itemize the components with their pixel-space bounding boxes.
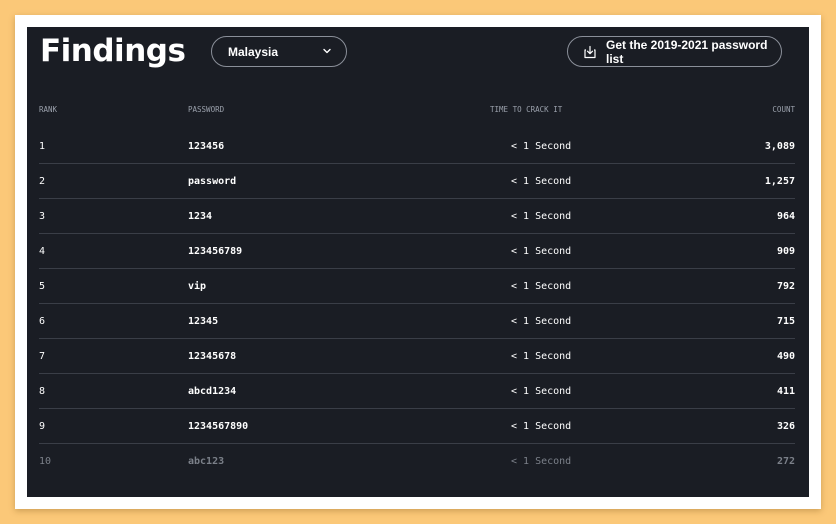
cell-password: 123456789	[188, 246, 243, 257]
cell-password: password	[188, 176, 237, 187]
cell-rank: 10	[39, 456, 52, 467]
cell-password: 1234567890	[188, 421, 249, 432]
cell-count: 909	[776, 246, 795, 257]
cell-rank: 6	[39, 316, 46, 327]
cell-count: 715	[776, 316, 795, 327]
country-select[interactable]: Malaysia	[211, 36, 347, 67]
cell-password: abc123	[188, 456, 225, 467]
download-icon	[583, 45, 597, 59]
table-row: 1 123456 < 1 Second 3,089	[39, 129, 795, 164]
table-row: 7 12345678 < 1 Second 490	[39, 339, 795, 374]
header-time-to-crack[interactable]: TIME TO CRACK IT	[490, 105, 562, 114]
download-button-label: Get the 2019-2021 password list	[606, 37, 768, 66]
cell-time: < 1 Second	[511, 316, 572, 327]
table-row: 9 1234567890 < 1 Second 326	[39, 409, 795, 444]
cell-time: < 1 Second	[511, 246, 572, 257]
cell-count: 326	[776, 421, 795, 432]
table-row: 5 vip < 1 Second 792	[39, 269, 795, 304]
cell-rank: 2	[39, 176, 46, 187]
cell-password: abcd1234	[188, 386, 237, 397]
cell-time: < 1 Second	[511, 456, 572, 467]
cell-count: 411	[776, 386, 795, 397]
cell-count: 3,089	[764, 141, 795, 152]
cell-password: 123456	[188, 141, 225, 152]
cell-rank: 1	[39, 141, 46, 152]
cell-rank: 4	[39, 246, 46, 257]
cell-password: 12345678	[188, 351, 237, 362]
cell-rank: 5	[39, 281, 46, 292]
cell-count: 792	[776, 281, 795, 292]
cell-rank: 7	[39, 351, 46, 362]
country-select-value: Malaysia	[228, 44, 279, 59]
cell-password: 12345	[188, 316, 219, 327]
header-rank[interactable]: RANK	[39, 105, 57, 114]
page-title: Findings	[40, 33, 186, 69]
cell-rank: 8	[39, 386, 46, 397]
table-header: RANK PASSWORD TIME TO CRACK IT COUNT	[39, 105, 795, 117]
table-row: 4 123456789 < 1 Second 909	[39, 234, 795, 269]
header-count[interactable]: COUNT	[772, 105, 795, 114]
cell-count: 272	[776, 456, 795, 467]
cell-time: < 1 Second	[511, 421, 572, 432]
cell-time: < 1 Second	[511, 141, 572, 152]
chevron-down-icon	[322, 45, 332, 59]
cell-password: vip	[188, 281, 207, 292]
download-password-list-button[interactable]: Get the 2019-2021 password list	[567, 36, 782, 67]
cell-time: < 1 Second	[511, 211, 572, 222]
table-row: 8 abcd1234 < 1 Second 411	[39, 374, 795, 409]
table-row: 3 1234 < 1 Second 964	[39, 199, 795, 234]
table-row: 2 password < 1 Second 1,257	[39, 164, 795, 199]
cell-rank: 3	[39, 211, 46, 222]
cell-count: 490	[776, 351, 795, 362]
cell-count: 964	[776, 211, 795, 222]
table-row: 6 12345 < 1 Second 715	[39, 304, 795, 339]
cell-time: < 1 Second	[511, 176, 572, 187]
findings-panel: Findings Malaysia Get the 2019-2021 pass…	[27, 27, 809, 497]
cell-rank: 9	[39, 421, 46, 432]
cell-count: 1,257	[764, 176, 795, 187]
table-row: 10 abc123 < 1 Second 272	[39, 444, 795, 479]
header-password[interactable]: PASSWORD	[188, 105, 224, 114]
password-table-body: 1 123456 < 1 Second 3,089 2 password < 1…	[39, 129, 795, 479]
cell-time: < 1 Second	[511, 386, 572, 397]
cell-time: < 1 Second	[511, 351, 572, 362]
cell-time: < 1 Second	[511, 281, 572, 292]
cell-password: 1234	[188, 211, 213, 222]
